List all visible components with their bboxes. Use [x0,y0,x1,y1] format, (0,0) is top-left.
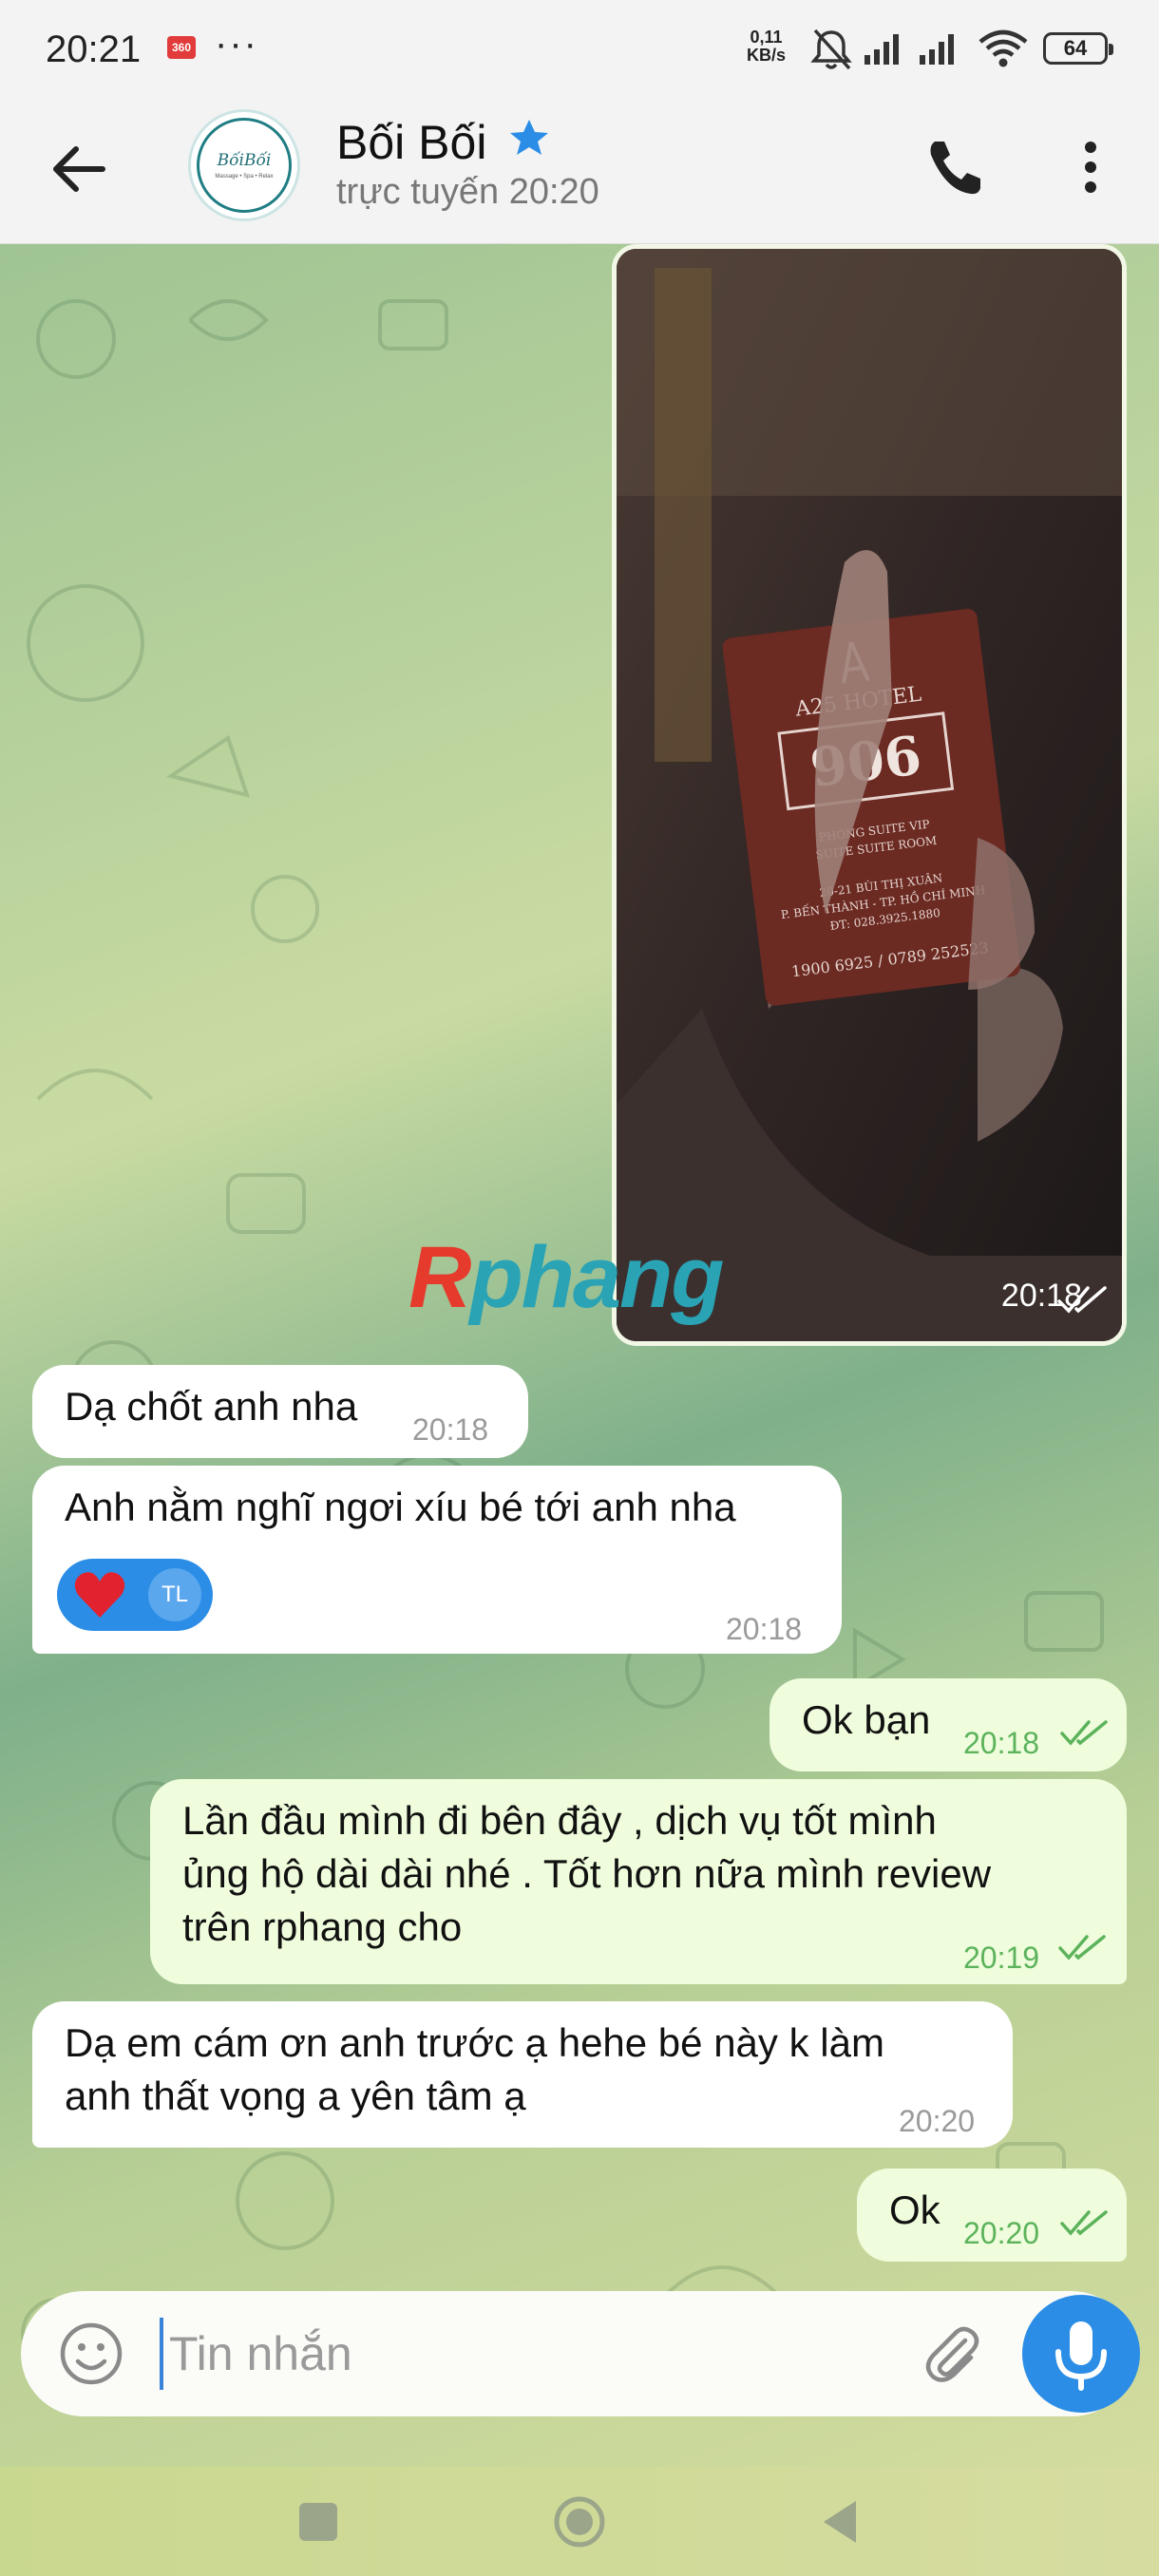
status-bar: 20:21 360 ··· 0,11 KB/s 64 [0,0,1159,100]
reaction-pill[interactable]: TL [57,1559,213,1631]
contact-status: trực tuyến 20:20 [336,172,599,212]
message-bubble-outgoing[interactable]: Ok 20:20 [857,2169,1127,2262]
nav-home-icon[interactable] [551,2493,608,2550]
message-time: 20:18 [963,1726,1040,1760]
double-check-icon [1057,1286,1107,1314]
nav-back-icon[interactable] [812,2493,869,2550]
reaction-user-avatar: TL [148,1568,201,1621]
message-time: 20:18 [412,1412,489,1447]
notification-app-icon: 360 [167,36,196,59]
double-check-icon [1058,1935,1106,1960]
verified-star-icon [510,120,548,155]
hotel-keycard-photo: A25 HOTEL 906 PHÒNG SUITE VIP SUITE SUIT… [617,249,1122,1341]
message-time: 20:19 [963,1941,1040,1975]
network-speed: 0,11 KB/s [747,28,787,65]
battery-indicator: 64 [1043,32,1113,65]
back-arrow-icon[interactable] [46,136,112,202]
contact-name[interactable]: Bối Bối [336,115,486,170]
avatar-logo-text: BốiBối [217,151,272,170]
message-text-line: trên rphang cho [182,1904,463,1949]
message-time: 20:20 [899,2104,976,2138]
phone-icon[interactable] [922,134,988,200]
paperclip-icon[interactable] [918,2320,986,2388]
message-text-line: Lần đầu mình đi bên đây , dịch vụ tốt mì… [182,1798,937,1843]
photo-message[interactable]: A25 HOTEL 906 PHÒNG SUITE VIP SUITE SUIT… [612,244,1127,1346]
wifi-icon [978,29,1028,67]
message-input[interactable] [160,2318,920,2390]
message-bubble-incoming[interactable]: Anh nằm nghĩ ngơi xíu bé tới anh nha TL … [32,1466,842,1654]
chat-area[interactable]: A25 HOTEL 906 PHÒNG SUITE VIP SUITE SUIT… [0,244,1159,2467]
message-composer [21,2291,1140,2416]
mute-icon [810,28,852,70]
chat-header: BốiBối Massage • Spa • Relax Bối Bối trự… [0,100,1159,244]
double-check-icon [1060,2210,1108,2236]
message-bubble-outgoing[interactable]: Ok bạn 20:18 [770,1678,1127,1771]
message-text-line: Dạ em cám ơn anh trước ạ hehe bé này k l… [65,2020,884,2065]
nav-recents-icon[interactable] [290,2493,347,2550]
message-text-line: anh thất vọng a yên tâm ạ [65,2074,526,2118]
more-vertical-icon[interactable] [1072,134,1110,200]
message-bubble-outgoing[interactable]: Lần đầu mình đi bên đây , dịch vụ tốt mì… [150,1779,1127,1984]
signal-icon-2 [920,34,954,65]
contact-avatar[interactable]: BốiBối Massage • Spa • Relax [188,109,300,221]
message-bubble-incoming[interactable]: Dạ chốt anh nha 20:18 [32,1365,528,1458]
more-notifications-indicator: ··· [215,23,258,65]
message-text: Ok [889,2188,940,2232]
heart-icon [74,1572,125,1618]
voice-record-button[interactable] [1022,2295,1140,2413]
signal-icon-1 [864,34,899,65]
message-text: Dạ chốt anh nha [65,1384,358,1429]
message-bubble-incoming[interactable]: Dạ em cám ơn anh trước ạ hehe bé này k l… [32,2001,1013,2148]
message-time: 20:20 [963,2216,1040,2250]
system-nav-bar [0,2467,1159,2576]
message-time: 20:18 [726,1612,803,1646]
emoji-icon[interactable] [57,2320,125,2388]
message-text-line: ủng hộ dài dài nhé . Tốt hơn nữa mình re… [182,1851,992,1896]
watermark-logo: Rphang [408,1229,724,1326]
double-check-icon [1060,1720,1108,1746]
message-text: Anh nằm nghĩ ngơi xíu bé tới anh nha [65,1485,736,1529]
microphone-icon [1055,2321,1107,2391]
status-time: 20:21 [46,28,142,70]
avatar-subtitle: Massage • Spa • Relax [215,174,274,180]
message-text: Ok bạn [802,1697,931,1742]
